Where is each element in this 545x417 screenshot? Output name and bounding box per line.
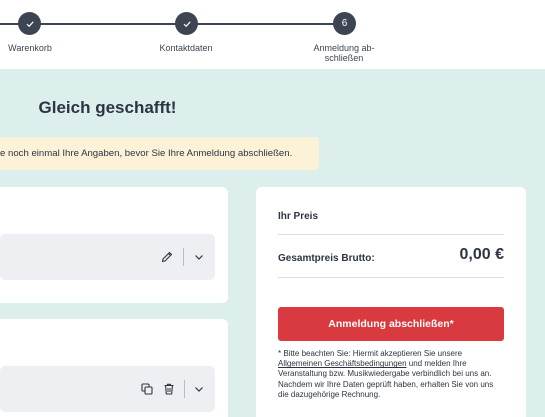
progress-stepper: Warenkorb Kontaktdaten 6 Anmeldung ab- s…	[0, 0, 545, 69]
divider	[278, 234, 504, 235]
terms-note-text: * Bitte beachten Sie: Hiermit akzeptiere…	[278, 349, 463, 358]
price-heading: Ihr Preis	[278, 211, 319, 222]
step-label-anmeldung: Anmeldung ab- schließen	[289, 43, 399, 63]
trash-icon[interactable]	[162, 382, 176, 396]
step-label-warenkorb: Warenkorb	[8, 43, 52, 53]
chevron-down-icon[interactable]	[193, 383, 205, 395]
terms-note: * Bitte beachten Sie: Hiermit akzeptiere…	[278, 349, 506, 400]
step-warenkorb-check[interactable]	[18, 12, 41, 35]
divider	[278, 277, 504, 278]
step-label-line-1: Anmeldung ab-	[313, 43, 375, 53]
booking-item-row-2[interactable]	[0, 366, 215, 412]
row-actions	[140, 366, 205, 412]
review-hint-banner: e noch einmal Ihre Angaben, bevor Sie Ih…	[0, 137, 319, 170]
icon-separator	[183, 248, 184, 266]
check-icon	[183, 20, 191, 27]
page-title: Gleich geschafft!	[38, 98, 177, 117]
terms-link[interactable]: Allgemeinen Geschäftsbedingungen	[278, 359, 407, 368]
stepper-connector	[0, 23, 345, 25]
step-label-line-2: schließen	[324, 53, 364, 63]
check-icon	[26, 20, 34, 27]
price-summary-card: Ihr Preis Gesamtpreis Brutto: 0,00 € Anm…	[256, 187, 526, 417]
submit-registration-button[interactable]: Anmeldung abschließen*	[278, 307, 504, 341]
booking-item-row-1[interactable]	[0, 234, 215, 280]
total-price-value: 0,00 €	[459, 246, 504, 263]
icon-separator	[184, 380, 185, 398]
total-price-label: Gesamtpreis Brutto:	[278, 253, 375, 264]
chevron-down-icon[interactable]	[193, 251, 205, 263]
row-actions	[160, 234, 205, 280]
step-kontaktdaten-check[interactable]	[175, 12, 198, 35]
copy-icon[interactable]	[140, 382, 154, 396]
step-6-number: 6	[333, 12, 356, 35]
step-label-kontaktdaten: Kontaktdaten	[159, 43, 213, 53]
pencil-icon[interactable]	[160, 250, 174, 264]
